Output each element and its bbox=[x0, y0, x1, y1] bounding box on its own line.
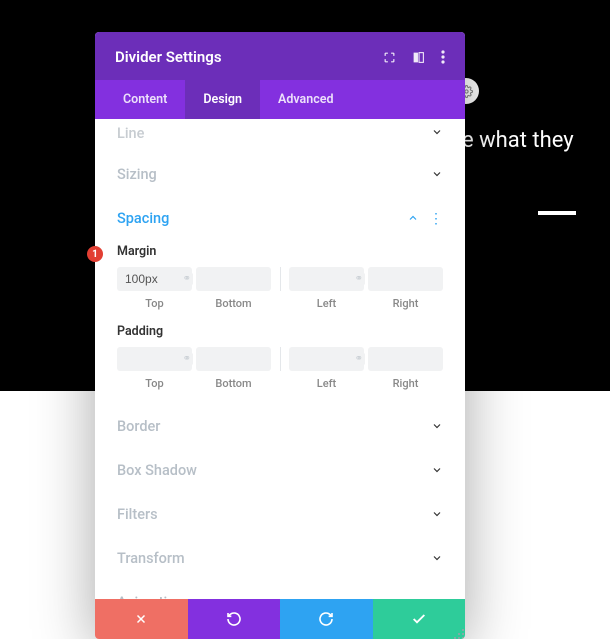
modal-header: Divider Settings bbox=[95, 32, 465, 80]
close-icon bbox=[134, 612, 148, 626]
settings-modal: Divider Settings Content Design Advanced… bbox=[95, 32, 465, 639]
vertical-divider bbox=[280, 347, 281, 371]
section-title-box-shadow: Box Shadow bbox=[117, 462, 197, 479]
section-title-transform: Transform bbox=[117, 550, 185, 567]
section-header-filters[interactable]: Filters bbox=[95, 493, 465, 536]
modal-body: Line Sizing Spacing ⋮ bbox=[95, 119, 465, 599]
redo-icon bbox=[318, 611, 334, 627]
margin-label: Margin bbox=[117, 244, 443, 259]
redo-button[interactable] bbox=[280, 599, 373, 639]
chevron-down-icon bbox=[431, 417, 443, 436]
section-header-sizing[interactable]: Sizing bbox=[95, 153, 465, 196]
padding-bottom-input[interactable] bbox=[196, 347, 271, 371]
undo-icon bbox=[226, 611, 242, 627]
padding-inputs: ⚭ ⚭ bbox=[117, 347, 443, 371]
modal-header-actions bbox=[383, 50, 445, 64]
cancel-button[interactable] bbox=[95, 599, 188, 639]
side-label-bottom: Bottom bbox=[196, 377, 271, 390]
side-label-right: Right bbox=[368, 297, 443, 310]
link-icon[interactable]: ⚭ bbox=[181, 274, 193, 285]
resize-handle-icon[interactable] bbox=[452, 626, 465, 639]
background-text-fragment: e what they bbox=[462, 128, 574, 153]
margin-right-input[interactable] bbox=[368, 267, 443, 291]
undo-button[interactable] bbox=[188, 599, 281, 639]
side-label-top: Top bbox=[117, 297, 192, 310]
link-icon[interactable]: ⚭ bbox=[353, 274, 365, 285]
chevron-down-icon bbox=[431, 505, 443, 524]
section-header-line[interactable]: Line bbox=[95, 119, 465, 153]
chevron-down-icon bbox=[431, 549, 443, 568]
section-title-line: Line bbox=[117, 125, 144, 142]
section-title-border: Border bbox=[117, 418, 160, 435]
link-icon[interactable]: ⚭ bbox=[181, 354, 193, 365]
snap-left-icon[interactable] bbox=[412, 51, 425, 64]
spacing-content: Margin ⚭ ⚭ bbox=[95, 244, 465, 404]
tab-content[interactable]: Content bbox=[105, 80, 185, 119]
side-label-bottom: Bottom bbox=[196, 297, 271, 310]
side-label-left: Left bbox=[289, 297, 364, 310]
section-header-border[interactable]: Border bbox=[95, 405, 465, 448]
vertical-divider bbox=[280, 267, 281, 291]
tab-advanced[interactable]: Advanced bbox=[260, 80, 352, 119]
chevron-up-icon bbox=[407, 209, 419, 228]
padding-label: Padding bbox=[117, 324, 443, 339]
side-label-right: Right bbox=[368, 377, 443, 390]
side-label-top: Top bbox=[117, 377, 192, 390]
chevron-down-icon bbox=[431, 165, 443, 184]
section-header-animation[interactable]: Animation bbox=[95, 581, 465, 599]
expand-icon[interactable] bbox=[383, 51, 396, 64]
section-title-spacing: Spacing bbox=[117, 210, 169, 227]
chevron-down-icon bbox=[431, 461, 443, 480]
margin-inputs: ⚭ ⚭ bbox=[117, 267, 443, 291]
section-header-box-shadow[interactable]: Box Shadow bbox=[95, 449, 465, 492]
chevron-down-icon bbox=[431, 125, 443, 142]
side-label-left: Left bbox=[289, 377, 364, 390]
kebab-icon[interactable] bbox=[441, 50, 445, 64]
padding-right-input[interactable] bbox=[368, 347, 443, 371]
check-icon bbox=[411, 611, 427, 627]
section-header-spacing[interactable]: Spacing ⋮ bbox=[95, 197, 465, 240]
section-kebab-icon[interactable]: ⋮ bbox=[429, 212, 443, 226]
tab-design[interactable]: Design bbox=[185, 80, 260, 119]
section-title-filters: Filters bbox=[117, 506, 158, 523]
modal-title: Divider Settings bbox=[115, 48, 222, 66]
margin-bottom-input[interactable] bbox=[196, 267, 271, 291]
background-divider-line bbox=[538, 211, 576, 215]
section-title-sizing: Sizing bbox=[117, 166, 157, 183]
link-icon[interactable]: ⚭ bbox=[353, 354, 365, 365]
modal-footer bbox=[95, 599, 465, 639]
modal-tabs: Content Design Advanced bbox=[95, 80, 465, 119]
annotation-badge-1: 1 bbox=[87, 246, 103, 262]
section-header-transform[interactable]: Transform bbox=[95, 537, 465, 580]
